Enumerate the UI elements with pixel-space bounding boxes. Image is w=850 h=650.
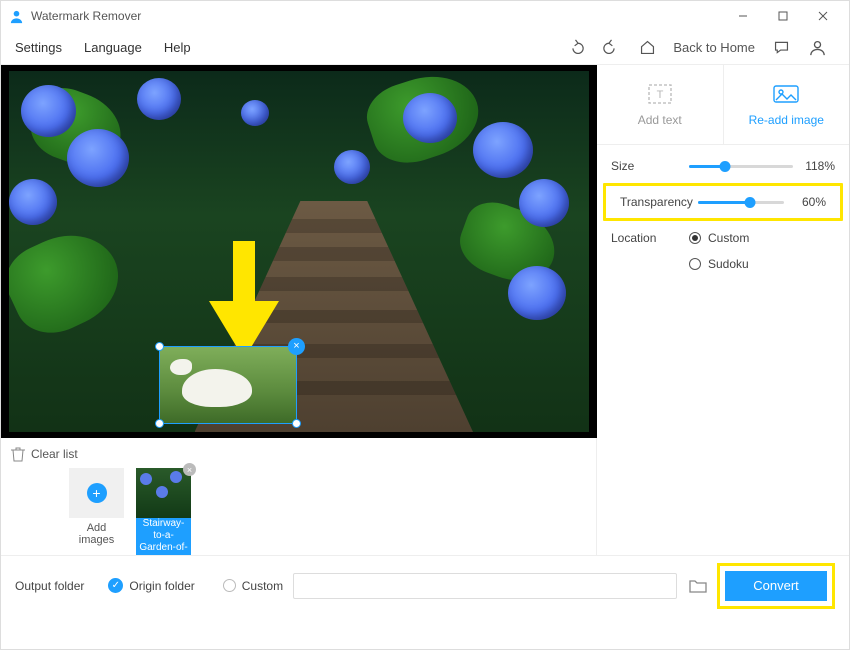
footer-bar: Output folder ✓ Origin folder Custom Con… xyxy=(1,555,849,615)
transparency-label: Transparency xyxy=(620,195,698,209)
transparency-row: Transparency 60% xyxy=(606,187,840,217)
highlight-annotation: Convert xyxy=(717,563,835,609)
trash-icon xyxy=(11,446,25,462)
radio-icon xyxy=(223,579,236,592)
svg-text:T: T xyxy=(656,89,663,101)
text-icon: T xyxy=(646,83,674,105)
home-icon[interactable] xyxy=(635,36,659,60)
transparency-slider[interactable] xyxy=(698,195,784,209)
tab-readd-image-label: Re-add image xyxy=(749,113,824,127)
custom-folder-label: Custom xyxy=(242,579,283,593)
size-row: Size 118% xyxy=(597,151,849,181)
add-images-label: Add images xyxy=(69,522,124,546)
add-images-tile[interactable]: + Add images xyxy=(69,468,124,555)
location-custom-radio[interactable]: Custom xyxy=(689,231,749,245)
menu-settings[interactable]: Settings xyxy=(15,40,62,55)
thumbnail-caption: Stairway-to-a-Garden-of- xyxy=(136,517,191,555)
thumbnail-item[interactable]: × Stairway-to-a-Garden-of- xyxy=(136,468,191,555)
window-maximize-button[interactable] xyxy=(763,2,803,30)
radio-selected-icon xyxy=(689,232,701,244)
undo-button[interactable] xyxy=(563,36,587,60)
resize-handle-br[interactable] xyxy=(292,419,301,428)
resize-handle-bl[interactable] xyxy=(155,419,164,428)
thumbnail-remove-button[interactable]: × xyxy=(183,463,196,476)
browse-folder-button[interactable] xyxy=(687,575,709,597)
resize-handle-tl[interactable] xyxy=(155,342,164,351)
properties-panel: T Add text Re-add image Size 118% T xyxy=(597,65,849,555)
menubar: Settings Language Help Back to Home xyxy=(1,31,849,65)
location-custom-label: Custom xyxy=(708,231,749,245)
origin-folder-label: Origin folder xyxy=(129,579,194,593)
check-icon: ✓ xyxy=(108,578,123,593)
account-icon[interactable] xyxy=(805,36,829,60)
location-sudoku-label: Sudoku xyxy=(708,257,749,271)
size-label: Size xyxy=(611,159,689,173)
convert-button-label: Convert xyxy=(753,578,799,593)
slider-thumb-icon[interactable] xyxy=(744,197,755,208)
clear-list-button[interactable]: Clear list xyxy=(31,447,78,461)
transparency-value: 60% xyxy=(784,195,826,209)
convert-button[interactable]: Convert xyxy=(725,571,827,601)
preview-canvas[interactable]: × xyxy=(1,65,597,438)
slider-thumb-icon[interactable] xyxy=(720,161,731,172)
location-label: Location xyxy=(611,231,689,271)
tab-add-text-label: Add text xyxy=(638,113,682,127)
radio-icon xyxy=(689,258,701,270)
location-row: Location Custom Sudoku xyxy=(597,223,849,279)
watermark-selection[interactable]: × xyxy=(159,346,297,424)
menu-help[interactable]: Help xyxy=(164,40,191,55)
output-folder-label: Output folder xyxy=(15,579,84,593)
output-path-field[interactable] xyxy=(293,573,677,599)
menu-language[interactable]: Language xyxy=(84,40,142,55)
watermark-image xyxy=(182,369,252,407)
app-logo-icon xyxy=(9,9,24,24)
custom-folder-option[interactable]: Custom xyxy=(223,579,283,593)
size-value: 118% xyxy=(793,159,835,173)
window-title: Watermark Remover xyxy=(31,9,141,23)
image-icon xyxy=(772,83,800,105)
window-minimize-button[interactable] xyxy=(723,2,763,30)
window-titlebar: Watermark Remover xyxy=(1,1,849,31)
highlight-annotation: Transparency 60% xyxy=(603,183,843,221)
tab-add-text[interactable]: T Add text xyxy=(597,65,723,144)
location-sudoku-radio[interactable]: Sudoku xyxy=(689,257,749,271)
selection-remove-button[interactable]: × xyxy=(288,338,305,355)
back-to-home-link[interactable]: Back to Home xyxy=(673,40,755,55)
tab-readd-image[interactable]: Re-add image xyxy=(723,65,850,144)
window-close-button[interactable] xyxy=(803,2,843,30)
size-slider[interactable] xyxy=(689,159,793,173)
redo-button[interactable] xyxy=(599,36,623,60)
plus-icon: + xyxy=(87,483,107,503)
feedback-icon[interactable] xyxy=(769,36,793,60)
origin-folder-option[interactable]: ✓ Origin folder xyxy=(108,578,194,593)
